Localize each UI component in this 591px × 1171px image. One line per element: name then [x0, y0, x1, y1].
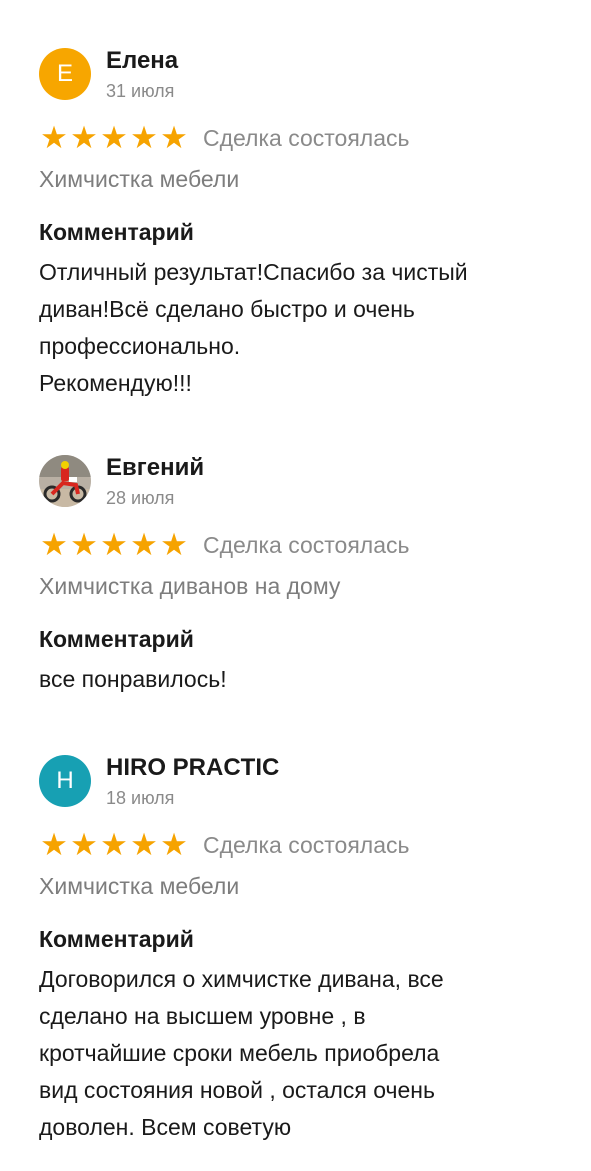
- review-header: E Елена 31 июля: [39, 45, 559, 107]
- star-icon: ★: [70, 827, 98, 862]
- star-icon: ★: [160, 120, 188, 155]
- comment-heading: Комментарий: [39, 219, 194, 245]
- review-date: 31 июля: [106, 81, 175, 101]
- avatar[interactable]: E: [39, 48, 91, 100]
- avatar[interactable]: H: [39, 755, 91, 807]
- star-icon: ★: [130, 827, 158, 862]
- review-header: H HIRO PRACTIC 18 июля: [39, 752, 559, 814]
- star-icon: ★: [130, 527, 158, 562]
- star-rating: ★ ★ ★ ★ ★: [39, 827, 189, 862]
- review-card: Евгений 28 июля ★ ★ ★ ★ ★ Сделка состоял…: [39, 452, 559, 692]
- review-date: 28 июля: [106, 488, 175, 508]
- review-card: H HIRO PRACTIC 18 июля ★ ★ ★ ★ ★ Сделка …: [39, 752, 559, 1140]
- star-rating: ★ ★ ★ ★ ★: [39, 527, 189, 562]
- review-card: E Елена 31 июля ★ ★ ★ ★ ★ Сделка состоял…: [39, 45, 559, 396]
- avatar-letter: H: [56, 767, 74, 794]
- star-icon: ★: [40, 827, 68, 862]
- star-icon: ★: [40, 527, 68, 562]
- comment-text: Договорился о химчистке дивана, все сдел…: [39, 966, 444, 1140]
- star-rating: ★ ★ ★ ★ ★: [39, 120, 189, 155]
- comment-heading: Комментарий: [39, 926, 194, 952]
- star-icon: ★: [100, 827, 128, 862]
- rating-row: ★ ★ ★ ★ ★ Сделка состоялась: [39, 527, 410, 562]
- rating-row: ★ ★ ★ ★ ★ Сделка состоялась: [39, 120, 410, 155]
- user-photo-icon[interactable]: [39, 455, 91, 507]
- service-name: Химчистка диванов на дому: [39, 573, 341, 599]
- deal-status: Сделка состоялась: [203, 124, 410, 151]
- comment-text: все понравилось!: [39, 666, 227, 692]
- deal-status: Сделка состоялась: [203, 831, 410, 858]
- star-icon: ★: [40, 120, 68, 155]
- review-header: Евгений 28 июля: [39, 452, 559, 514]
- reviewer-name[interactable]: HIRO PRACTIC: [106, 754, 279, 782]
- reviewer-name[interactable]: Евгений: [106, 454, 204, 482]
- deal-status: Сделка состоялась: [203, 531, 410, 558]
- service-name: Химчистка мебели: [39, 166, 240, 192]
- reviewer-name[interactable]: Елена: [106, 47, 178, 75]
- star-icon: ★: [160, 827, 188, 862]
- comment-heading: Комментарий: [39, 626, 194, 652]
- star-icon: ★: [100, 120, 128, 155]
- star-icon: ★: [100, 527, 128, 562]
- comment-text: Отличный результат!Спасибо за чистый див…: [39, 259, 468, 396]
- star-icon: ★: [130, 120, 158, 155]
- rating-row: ★ ★ ★ ★ ★ Сделка состоялась: [39, 827, 410, 862]
- star-icon: ★: [70, 527, 98, 562]
- review-date: 18 июля: [106, 788, 175, 808]
- star-icon: ★: [70, 120, 98, 155]
- avatar-letter: E: [56, 60, 73, 87]
- service-name: Химчистка мебели: [39, 873, 240, 899]
- star-icon: ★: [160, 527, 188, 562]
